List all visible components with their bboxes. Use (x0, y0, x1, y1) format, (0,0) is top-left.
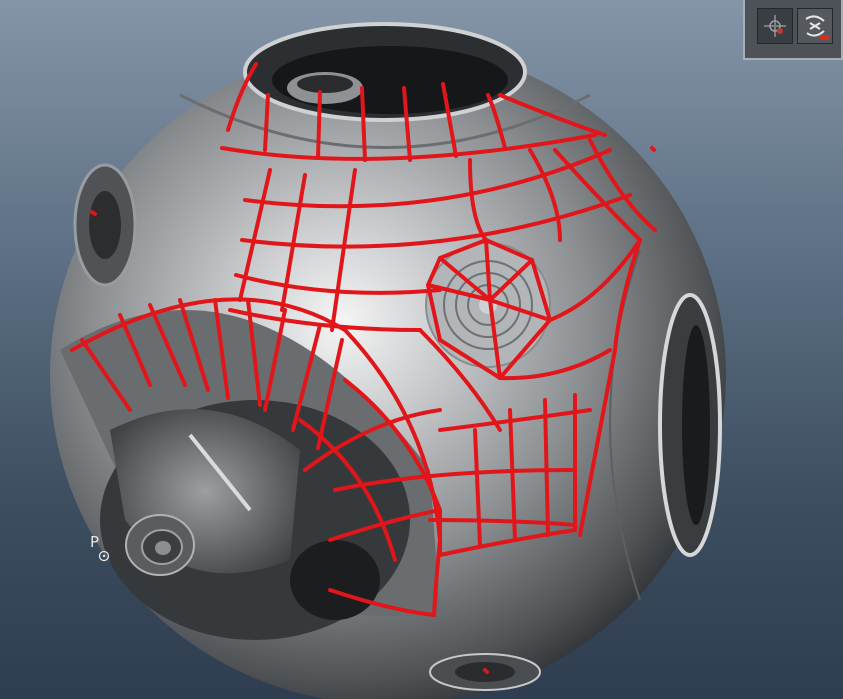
left-side-opening (73, 163, 137, 287)
pivot-label: P (90, 533, 100, 551)
mini-toolbar (743, 0, 843, 60)
pivot-target-icon[interactable] (98, 550, 110, 562)
rotate-manipulator-button[interactable] (797, 8, 833, 44)
viewport-3d[interactable]: P (0, 0, 843, 699)
move-manipulator-icon (764, 15, 786, 37)
rotate-manipulator-icon (805, 15, 830, 40)
move-manipulator-button[interactable] (757, 8, 793, 44)
sphere-model[interactable] (0, 0, 843, 699)
